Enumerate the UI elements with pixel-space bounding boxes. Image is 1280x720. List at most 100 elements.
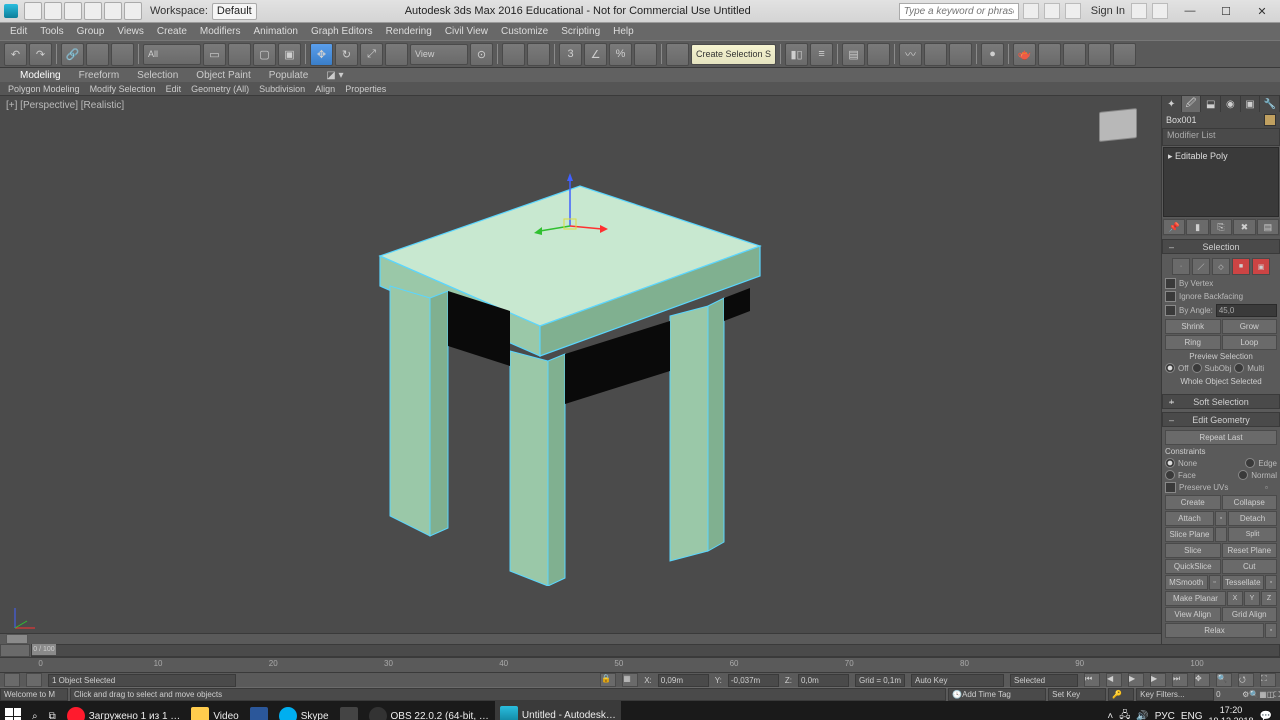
time-slider[interactable]: 0 / 100	[0, 644, 1280, 657]
ribbon-geometry[interactable]: Geometry (All)	[191, 84, 249, 94]
setkey-button[interactable]: Set Key	[1048, 688, 1106, 701]
stack-remove-icon[interactable]: ✖	[1233, 219, 1255, 235]
byangle-checkbox[interactable]	[1165, 305, 1176, 316]
menu-grapheditors[interactable]: Graph Editors	[311, 26, 373, 37]
named-selection-dropdown[interactable]: Create Selection S	[691, 44, 776, 65]
ribbon-objectpaint[interactable]: Object Paint	[196, 70, 250, 81]
subobj-polygon-icon[interactable]: ■	[1232, 258, 1250, 275]
keyfilters-button[interactable]: Key Filters...	[1136, 688, 1214, 701]
object-color-swatch[interactable]	[1264, 114, 1276, 126]
angle-snap-icon[interactable]: ∠	[584, 43, 607, 66]
makeplanar-button[interactable]: Make Planar	[1165, 591, 1226, 606]
viewport-label[interactable]: [+] [Perspective] [Realistic]	[6, 100, 124, 111]
qat-link-icon[interactable]	[124, 2, 142, 20]
timeline-ruler[interactable]: 0 10 20 30 40 50 60 70 80 90 100	[0, 657, 1280, 672]
infocenter-icon[interactable]	[1023, 3, 1039, 19]
qat-open-icon[interactable]	[44, 2, 62, 20]
curve-editor-icon[interactable]: 〰	[899, 43, 922, 66]
cmd-tab-hierarchy-icon[interactable]: ⬓	[1201, 96, 1221, 112]
byvertex-checkbox[interactable]	[1165, 278, 1176, 289]
close-button[interactable]: ✕	[1244, 0, 1280, 22]
mirror-icon[interactable]: ▮▯	[785, 43, 808, 66]
menu-scripting[interactable]: Scripting	[561, 26, 600, 37]
current-frame-field[interactable]: 0	[1216, 690, 1242, 699]
layers-icon[interactable]: ▤	[842, 43, 865, 66]
menu-create[interactable]: Create	[157, 26, 187, 37]
snap-toggle-icon[interactable]: 3	[559, 43, 582, 66]
abs-rel-icon[interactable]: ▦	[622, 673, 638, 687]
selected-filter-dropdown[interactable]: Selected	[1010, 674, 1078, 687]
coord-z-field[interactable]: 0,0m	[798, 674, 849, 687]
select-region-icon[interactable]: ▢	[253, 43, 276, 66]
stack-unique-icon[interactable]: ⎘	[1210, 219, 1232, 235]
tray-chevron-icon[interactable]: ˄	[1107, 711, 1113, 720]
favorites-icon[interactable]	[1044, 3, 1060, 19]
qat-undo-icon[interactable]	[84, 2, 102, 20]
nav-max-icon[interactable]: ⛶	[1260, 673, 1276, 687]
preview-subobj-radio[interactable]	[1192, 363, 1202, 373]
subobj-vertex-icon[interactable]: ·	[1172, 258, 1190, 275]
gridalign-button[interactable]: Grid Align	[1222, 607, 1278, 622]
rollout-softselection[interactable]: +Soft Selection	[1162, 394, 1280, 409]
pivot-icon[interactable]: ⊙	[470, 43, 493, 66]
object-name-field[interactable]: Box001	[1166, 115, 1197, 125]
select-rotate-icon[interactable]: ↻	[335, 43, 358, 66]
menu-civilview[interactable]: Civil View	[445, 26, 488, 37]
manipulate-icon[interactable]	[502, 43, 525, 66]
signin-link[interactable]: Sign In	[1091, 5, 1125, 17]
select-name-icon[interactable]	[228, 43, 251, 66]
collapse-button[interactable]: Collapse	[1222, 495, 1278, 510]
rollout-editgeometry[interactable]: Edit Geometry	[1162, 412, 1280, 427]
schematic-icon[interactable]	[949, 43, 972, 66]
constraint-none-radio[interactable]	[1165, 458, 1175, 468]
layer-explorer-icon[interactable]	[867, 43, 890, 66]
time-slider-track[interactable]: 0 / 100	[31, 644, 1280, 657]
menu-views[interactable]: Views	[117, 26, 144, 37]
constraint-edge-radio[interactable]	[1245, 458, 1255, 468]
ribbon-freeform[interactable]: Freeform	[79, 70, 120, 81]
qat-redo-icon[interactable]	[104, 2, 122, 20]
ribbon-modifyselection[interactable]: Modify Selection	[90, 84, 156, 94]
refcoord-dropdown[interactable]: View	[410, 44, 468, 65]
ribbon-polymodeling[interactable]: Polygon Modeling	[8, 84, 80, 94]
ribbon-selection[interactable]: Selection	[137, 70, 178, 81]
stack-show-icon[interactable]: ▮	[1186, 219, 1208, 235]
play-start-icon[interactable]: ⏮	[1084, 673, 1100, 687]
menu-rendering[interactable]: Rendering	[386, 26, 432, 37]
user-icon[interactable]	[1065, 3, 1081, 19]
modifier-stack[interactable]: ▸ Editable Poly	[1163, 147, 1279, 217]
help-search-input[interactable]	[899, 3, 1019, 20]
resetplane-button[interactable]: Reset Plane	[1222, 543, 1278, 558]
viewport-scrollbar[interactable]	[0, 633, 1161, 644]
time-config-icon[interactable]	[0, 644, 30, 657]
help-icon[interactable]	[1152, 3, 1168, 19]
tray-volume-icon[interactable]: 🔊	[1136, 711, 1148, 720]
tray-clock[interactable]: 17:2019.12.2018	[1209, 705, 1254, 720]
time-slider-knob[interactable]: 0 / 100	[32, 644, 56, 655]
taskbar-3dsmax[interactable]: Untitled - Autodesk…	[495, 701, 621, 720]
qat-new-icon[interactable]	[24, 2, 42, 20]
byangle-spinner[interactable]: 45,0	[1216, 304, 1277, 317]
ring-button[interactable]: Ring	[1165, 335, 1221, 350]
msmooth-button[interactable]: MSmooth	[1165, 575, 1208, 590]
subobj-edge-icon[interactable]: ／	[1192, 258, 1210, 275]
subobj-element-icon[interactable]: ▣	[1252, 258, 1270, 275]
model-table[interactable]	[330, 136, 770, 586]
nav-zoom2-icon[interactable]: 🔍	[1249, 690, 1259, 699]
nav-pan-icon[interactable]: ✥	[1194, 673, 1210, 687]
ribbon-subdivision[interactable]: Subdivision	[259, 84, 305, 94]
loop-button[interactable]: Loop	[1222, 335, 1278, 350]
taskbar-app1[interactable]	[335, 702, 363, 720]
selection-filter-dropdown[interactable]: All	[143, 44, 201, 65]
ribbon-modeling[interactable]: Modeling	[20, 70, 61, 81]
planar-y-button[interactable]: Y	[1244, 591, 1260, 606]
taskbar-obs[interactable]: OBS 22.0.2 (64-bit, …	[364, 702, 494, 720]
link-icon[interactable]: 🔗	[61, 43, 84, 66]
workspace-dropdown[interactable]: Default	[212, 3, 257, 20]
dope-sheet-icon[interactable]	[924, 43, 947, 66]
bind-icon[interactable]	[111, 43, 134, 66]
maxscript-listener[interactable]: Welcome to M	[0, 688, 68, 701]
ribbon-expand-icon[interactable]: ◪ ▾	[326, 70, 343, 81]
tray-notifications-icon[interactable]: 💬	[1260, 711, 1272, 720]
redo-icon[interactable]: ↷	[29, 43, 52, 66]
